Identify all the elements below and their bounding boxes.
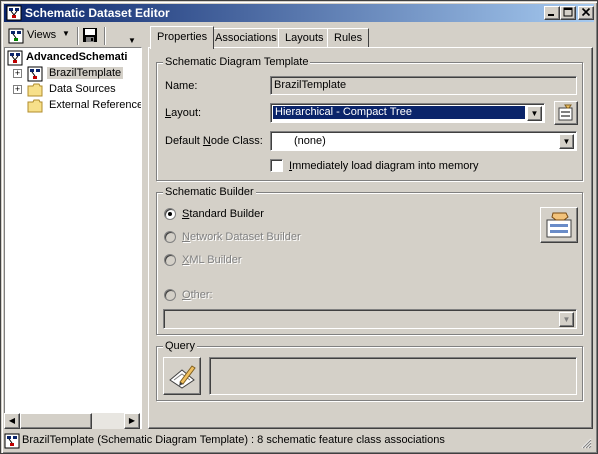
diagram-template-group: Schematic Diagram Template Name: BrazilT… (156, 56, 583, 181)
standard-builder-radio[interactable] (164, 208, 176, 220)
close-icon (581, 7, 591, 17)
scroll-right-button[interactable]: ▶ (124, 413, 140, 429)
views-icon (8, 28, 24, 44)
scroll-thumb[interactable] (20, 413, 92, 429)
standard-builder-label: Standard Builder (182, 208, 264, 220)
dropdown-arrow-icon[interactable]: ▼ (559, 134, 574, 149)
query-group: Query (156, 340, 583, 401)
tree-root[interactable]: AdvancedSchemati (7, 50, 141, 66)
tree-root-label: AdvancedSchemati (26, 51, 128, 63)
query-text-field[interactable] (209, 357, 577, 395)
minimize-icon (548, 14, 554, 16)
diagram-template-icon (4, 433, 20, 449)
tab-properties[interactable]: Properties (150, 26, 215, 49)
query-builder-button[interactable] (163, 357, 201, 395)
expand-icon[interactable]: + (13, 69, 22, 78)
layout-select[interactable]: Hierarchical - Compact Tree ▼ (270, 103, 545, 123)
toolbar-separator (104, 27, 106, 45)
builder-properties-button[interactable] (540, 207, 578, 243)
tree-item-data-sources[interactable]: + Data Sources (5, 82, 141, 98)
save-icon (83, 28, 97, 42)
folder-icon (27, 99, 43, 113)
expand-icon[interactable]: + (13, 85, 22, 94)
dataset-tree[interactable]: AdvancedSchemati + BrazilTemplate + Data… (4, 47, 142, 429)
status-bar: BrazilTemplate (Schematic Diagram Templa… (4, 431, 594, 451)
xml-builder-label: XML Builder (182, 254, 242, 266)
tree-horizontal-scrollbar[interactable]: ◀ ▶ (4, 413, 140, 429)
window-title: Schematic Dataset Editor (25, 6, 170, 20)
views-label: Views (27, 29, 57, 41)
default-node-class-label: Default Node Class: (165, 135, 263, 147)
schematic-app-icon (6, 5, 22, 21)
dropdown-arrow-icon[interactable]: ▼ (559, 312, 574, 327)
schematic-dataset-editor-window: Schematic Dataset Editor Views ▼ ▼ Advan… (0, 0, 598, 454)
load-memory-label: Immediately load diagram into memory (289, 160, 479, 172)
radio-dot (168, 212, 172, 216)
schematic-dataset-icon (7, 50, 23, 66)
tree-item-label: BrazilTemplate (47, 67, 124, 79)
maximize-icon (563, 7, 573, 17)
tab-rules[interactable]: Rules (327, 28, 370, 48)
dropdown-arrow-icon: ▼ (62, 29, 70, 38)
diagram-template-icon (27, 66, 43, 82)
save-button[interactable] (82, 27, 100, 45)
pane-splitter[interactable] (143, 24, 146, 430)
tab-associations[interactable]: Associations (208, 28, 284, 48)
views-button[interactable]: Views ▼ (6, 27, 76, 45)
default-node-class-value: (none) (294, 135, 326, 147)
network-dataset-builder-radio[interactable] (164, 231, 176, 243)
group-title: Schematic Builder (163, 186, 256, 198)
xml-builder-radio[interactable] (164, 254, 176, 266)
layout-properties-icon (558, 104, 573, 121)
toolbar-separator (77, 27, 79, 45)
tree-item-label: External Reference (49, 99, 142, 111)
layout-selected-value: Hierarchical - Compact Tree (273, 106, 525, 119)
status-text: BrazilTemplate (Schematic Diagram Templa… (22, 434, 445, 446)
title-bar[interactable]: Schematic Dataset Editor (4, 4, 594, 22)
builder-properties-icon (546, 212, 572, 238)
other-builder-select[interactable]: ▼ (163, 309, 577, 329)
tree-item-label: Data Sources (49, 83, 116, 95)
tree-item-external-reference[interactable]: External Reference (5, 98, 141, 114)
network-dataset-builder-label: Network Dataset Builder (182, 231, 301, 243)
tree-item-brazil-template[interactable]: + BrazilTemplate (5, 66, 141, 82)
tab-label: Associations (215, 32, 277, 44)
group-title: Schematic Diagram Template (163, 56, 311, 68)
close-button[interactable] (578, 6, 594, 20)
tab-label: Rules (334, 32, 363, 44)
minimize-button[interactable] (544, 6, 560, 20)
name-label: Name: (165, 80, 198, 92)
scroll-left-button[interactable]: ◀ (4, 413, 20, 429)
schematic-builder-group: Schematic Builder Standard Builder Netwo… (156, 186, 583, 335)
dropdown-arrow-icon[interactable]: ▼ (527, 106, 542, 121)
maximize-button[interactable] (560, 6, 576, 20)
query-edit-icon (169, 365, 196, 389)
tab-layouts[interactable]: Layouts (278, 28, 331, 48)
toolbar-overflow-icon[interactable]: ▼ (128, 36, 136, 45)
tab-label: Properties (157, 31, 208, 43)
load-memory-checkbox[interactable] (270, 159, 283, 172)
name-field: BrazilTemplate (270, 76, 577, 95)
tab-label: Layouts (285, 32, 324, 44)
left-toolbar: Views ▼ ▼ (4, 24, 142, 48)
layout-properties-button[interactable] (554, 101, 578, 125)
default-node-class-select[interactable]: (none) ▼ (270, 131, 577, 151)
other-builder-radio[interactable] (164, 289, 176, 301)
resize-grip-icon[interactable] (580, 437, 592, 449)
folder-icon (27, 83, 43, 97)
properties-panel: Schematic Diagram Template Name: BrazilT… (148, 47, 593, 429)
layout-label: Layout: (165, 107, 202, 119)
other-builder-label: Other: (182, 289, 213, 301)
name-value: BrazilTemplate (274, 79, 347, 91)
group-title: Query (163, 340, 197, 352)
